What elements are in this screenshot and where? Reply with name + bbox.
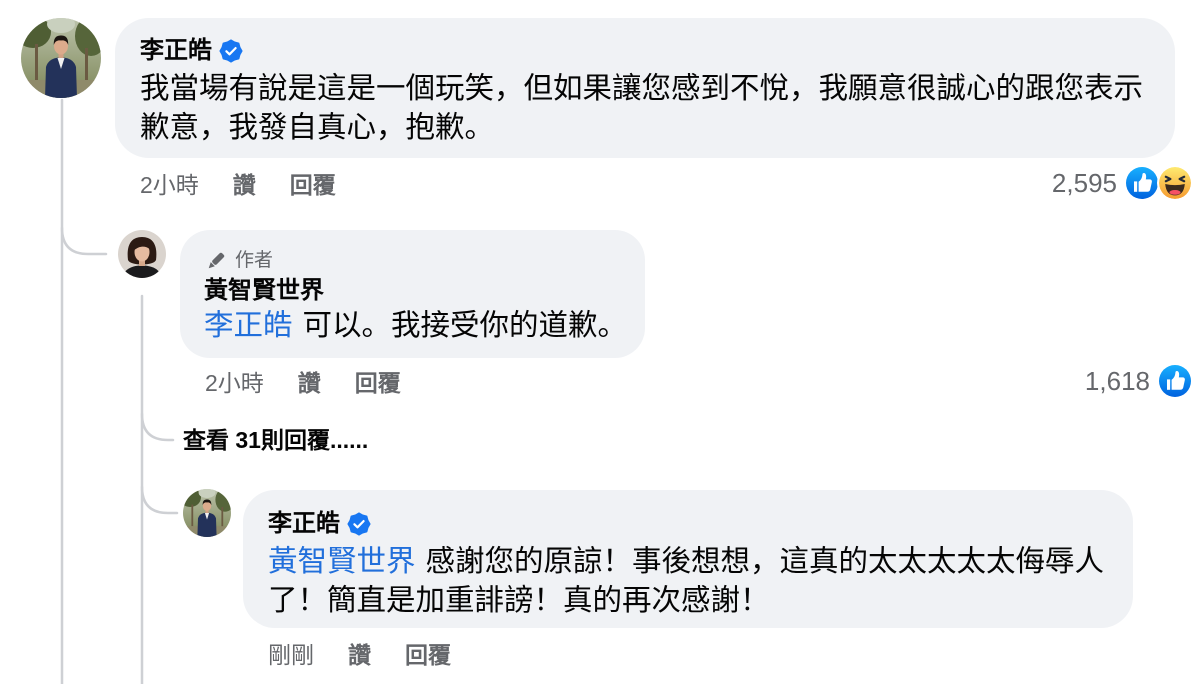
reply-header: 李正皓 — [268, 509, 1108, 539]
like-button[interactable]: 讚 — [233, 170, 256, 200]
verified-badge-icon — [219, 39, 243, 63]
like-icon — [1126, 167, 1158, 199]
mention-link[interactable]: 黃智賢世界 — [268, 545, 416, 578]
reply-text: 可以。我接受你的道歉。 — [302, 309, 628, 342]
reply-author-avatar[interactable] — [183, 489, 231, 537]
reply-actions: 2小時 讚 回覆 — [205, 368, 435, 398]
mention-link[interactable]: 李正皓 — [204, 309, 293, 342]
reply-text-segment: 感謝您的原諒！事後想想，這真的太太太太太侮辱人 — [425, 545, 1105, 578]
reply-button[interactable]: 回覆 — [355, 368, 401, 398]
reply-button[interactable]: 回覆 — [290, 170, 336, 200]
like-button[interactable]: 讚 — [298, 368, 321, 398]
author-badge: 作者 — [235, 250, 274, 271]
avatar-photo — [118, 230, 166, 278]
author-label-row: 作者 — [204, 246, 625, 276]
reaction-summary[interactable]: 1,618 — [1085, 364, 1191, 398]
reaction-summary[interactable]: 2,595 — [1052, 166, 1191, 200]
haha-icon — [1159, 167, 1191, 199]
reaction-count: 2,595 — [1051, 168, 1117, 198]
reply-author-name[interactable]: 黃智賢世界 — [204, 276, 324, 306]
thread-elbow — [140, 485, 179, 515]
reply-text-line: 了！簡直是加重誹謗！真的再次感謝！ — [268, 584, 770, 617]
reply-author-avatar[interactable] — [118, 230, 166, 278]
comment-actions: 2小時 讚 回覆 — [140, 170, 370, 200]
reply-timestamp[interactable]: 2小時 — [205, 368, 264, 398]
reply-text-line: 黃智賢世界 感謝您的原諒！事後想想，這真的太太太太太侮辱人 — [268, 542, 1108, 581]
comment-header: 李正皓 — [140, 36, 1150, 66]
reply-button[interactable]: 回覆 — [405, 640, 451, 670]
reply-bubble: 李正皓 黃智賢世界 感謝您的原諒！事後想想，這真的太太太太太侮辱人 了！簡直是加重… — [243, 490, 1133, 628]
avatar-photo — [21, 18, 101, 98]
view-more-replies-link[interactable]: 查看 31則回覆...... — [183, 425, 368, 455]
thread-elbow — [60, 226, 108, 256]
like-icon — [1159, 365, 1191, 397]
comment-bubble: 李正皓 我當場有說是這是一個玩笑，但如果讓您感到不悅，我願意很誠心的跟您表示 歉… — [115, 18, 1175, 158]
comment-text-line: 我當場有說是這是一個玩笑，但如果讓您感到不悅，我願意很誠心的跟您表示 — [140, 72, 1144, 105]
comment-timestamp[interactable]: 2小時 — [140, 170, 199, 200]
reply-text: 黃智賢世界 感謝您的原諒！事後想想，這真的太太太太太侮辱人 了！簡直是加重誹謗！真… — [268, 542, 1108, 620]
comment-text: 我當場有說是這是一個玩笑，但如果讓您感到不悅，我願意很誠心的跟您表示 歉意，我發… — [140, 69, 1150, 147]
reply-author-name[interactable]: 李正皓 — [268, 509, 340, 539]
comment-author-name[interactable]: 李正皓 — [140, 36, 212, 66]
reply-timestamp[interactable]: 剛剛 — [268, 640, 314, 670]
thread-elbow — [140, 412, 175, 442]
avatar-photo — [183, 489, 231, 537]
reaction-count: 1,618 — [1084, 366, 1150, 396]
reply-bubble: 作者 黃智賢世界 李正皓 可以。我接受你的道歉。 — [180, 230, 645, 358]
verified-badge-icon — [347, 512, 371, 536]
comment-author-avatar[interactable] — [21, 18, 101, 98]
reply-header: 黃智賢世界 — [204, 276, 625, 306]
pen-icon — [208, 252, 225, 268]
reply-text-line: 李正皓 可以。我接受你的道歉。 — [204, 306, 628, 345]
reply-actions: 剛剛 讚 回覆 — [268, 640, 485, 670]
like-button[interactable]: 讚 — [348, 640, 371, 670]
comment-text-line: 歉意，我發自真心，抱歉。 — [140, 111, 495, 144]
